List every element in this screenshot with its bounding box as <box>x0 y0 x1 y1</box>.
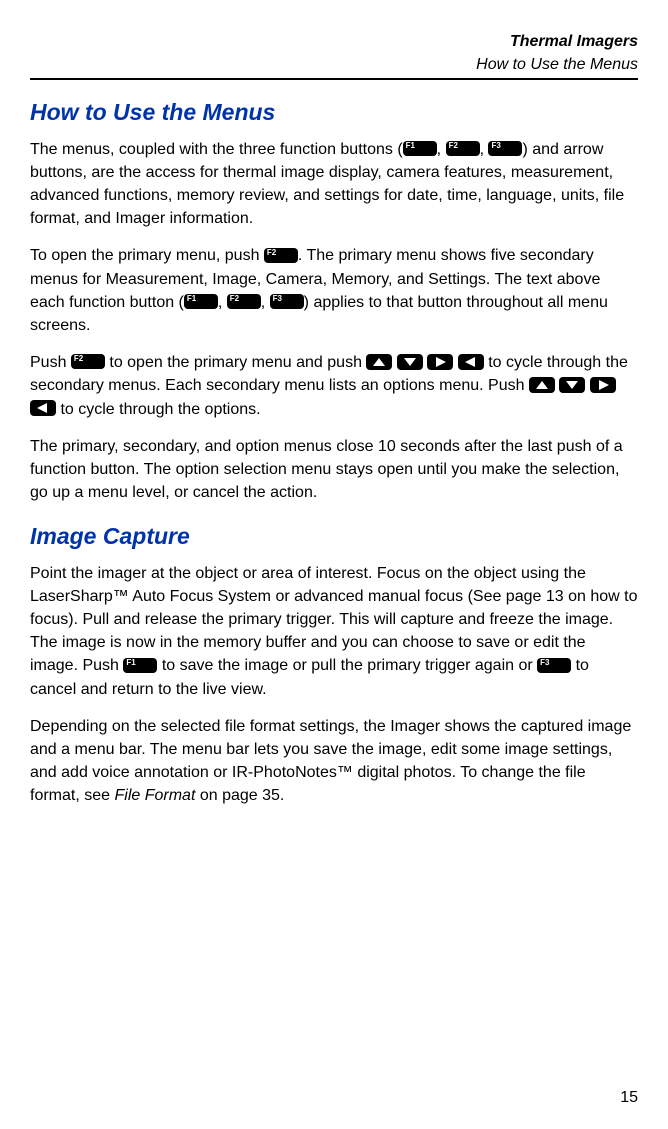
arrow-up-icon <box>366 354 392 370</box>
arrow-up-icon <box>529 377 555 393</box>
text: , <box>437 141 446 158</box>
arrow-left-icon <box>458 354 484 370</box>
header-subtitle: How to Use the Menus <box>30 53 638 76</box>
paragraph: Depending on the selected file format se… <box>30 715 638 808</box>
paragraph: The primary, secondary, and option menus… <box>30 435 638 505</box>
text: Push <box>30 354 71 371</box>
text: To open the primary menu, push <box>30 247 264 264</box>
page-number: 15 <box>620 1086 638 1109</box>
f2-button-icon: F2 <box>71 354 105 369</box>
arrow-left-icon <box>30 400 56 416</box>
header-title: Thermal Imagers <box>30 30 638 53</box>
f2-button-icon: F2 <box>446 141 480 156</box>
text: to open the primary menu and push <box>105 354 367 371</box>
text: , <box>218 294 227 311</box>
arrow-down-icon <box>397 354 423 370</box>
text: , <box>480 141 489 158</box>
paragraph: The menus, coupled with the three functi… <box>30 138 638 231</box>
f2-button-icon: F2 <box>227 294 261 309</box>
text: to cycle through the options. <box>60 401 260 418</box>
f2-button-icon: F2 <box>264 248 298 263</box>
f3-button-icon: F3 <box>488 141 522 156</box>
arrow-right-icon <box>590 377 616 393</box>
f1-button-icon: F1 <box>184 294 218 309</box>
arrow-down-icon <box>559 377 585 393</box>
f3-button-icon: F3 <box>270 294 304 309</box>
f1-button-icon: F1 <box>403 141 437 156</box>
text: , <box>261 294 270 311</box>
page-header: Thermal Imagers How to Use the Menus <box>30 30 638 80</box>
arrow-right-icon <box>427 354 453 370</box>
text: on page 35. <box>195 787 284 804</box>
paragraph: To open the primary menu, push F2. The p… <box>30 244 638 337</box>
italic-reference: File Format <box>114 787 195 804</box>
text: to save the image or pull the primary tr… <box>157 657 537 674</box>
text: The menus, coupled with the three functi… <box>30 141 403 158</box>
section-heading-image-capture: Image Capture <box>30 520 638 553</box>
paragraph: Push F2 to open the primary menu and pus… <box>30 351 638 421</box>
section-heading-menus: How to Use the Menus <box>30 96 638 129</box>
f1-button-icon: F1 <box>123 658 157 673</box>
f3-button-icon: F3 <box>537 658 571 673</box>
paragraph: Point the imager at the object or area o… <box>30 562 638 701</box>
